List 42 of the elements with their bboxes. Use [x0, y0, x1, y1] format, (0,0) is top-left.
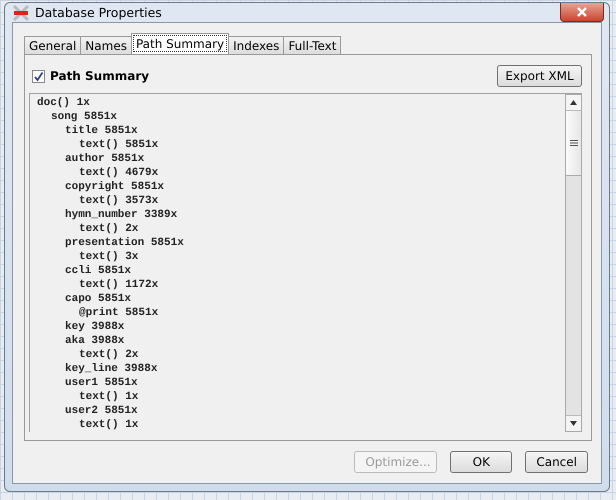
tree-line: key 3988x — [65, 321, 124, 333]
close-button[interactable] — [560, 3, 604, 22]
app-logo-icon — [13, 4, 29, 20]
scroll-up-icon[interactable] — [566, 95, 581, 111]
tree-line: text() 4679x — [79, 167, 158, 179]
tree-line: doc() 1x — [37, 97, 90, 109]
tree-line: hymn_number 3389x — [65, 209, 178, 221]
tree-line: copyright 5851x — [65, 181, 164, 193]
tree-line: title 5851x — [65, 125, 138, 137]
export-xml-button[interactable]: Export XML — [497, 65, 582, 87]
close-icon — [576, 7, 588, 17]
dialog-button[interactable]: Cancel — [525, 451, 588, 473]
tree-line: key_line 3988x — [65, 363, 158, 375]
tree-line: text() 5851x — [79, 139, 158, 151]
tree-line: aka 3988x — [65, 335, 124, 347]
tree-line: song 5851x — [51, 111, 118, 123]
tab[interactable]: Names — [80, 36, 132, 54]
tree-line: text() 3573x — [79, 195, 158, 207]
tree-line: user1 5851x — [65, 377, 138, 389]
checkbox[interactable] — [32, 70, 45, 82]
tab[interactable]: General — [24, 36, 82, 54]
tab[interactable]: Full-Text — [283, 36, 342, 54]
tree-line: text() 3x — [79, 251, 138, 263]
tree-line: presentation 5851x — [65, 237, 184, 249]
scrollbar[interactable] — [565, 94, 582, 432]
window-title: Database Properties — [35, 5, 163, 20]
tree-line: ccli 5851x — [65, 265, 132, 277]
tab[interactable]: Path Summary — [130, 33, 230, 54]
dialog-button[interactable]: OK — [450, 451, 512, 473]
tree-line: capo 5851x — [65, 293, 132, 305]
scroll-thumb[interactable] — [566, 111, 581, 176]
tree-line: text() 1172x — [79, 279, 158, 291]
tree-line: text() 1x — [79, 419, 138, 431]
tab[interactable]: Indexes — [228, 36, 284, 54]
tree-line: author 5851x — [65, 153, 144, 165]
scroll-down-icon[interactable] — [566, 415, 581, 431]
tree-line: text() 1x — [79, 391, 138, 403]
tree-line: user2 5851x — [65, 405, 138, 417]
tree-line: text() 2x — [79, 349, 138, 361]
checkbox-label: Path Summary — [50, 69, 150, 83]
tree-line: text() 2x — [79, 223, 138, 235]
tree-line: @print 5851x — [79, 307, 158, 319]
